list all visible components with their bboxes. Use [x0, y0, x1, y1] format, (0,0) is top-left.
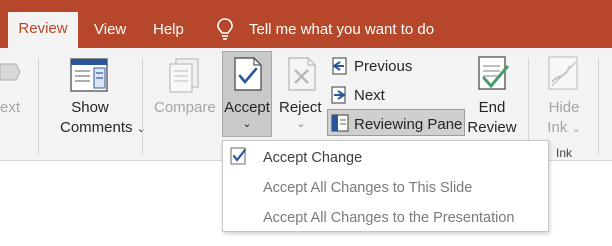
text-icon [0, 58, 24, 86]
group-separator [142, 58, 143, 154]
accept-doc-icon [233, 57, 263, 91]
next-button[interactable]: Next [354, 87, 385, 104]
menu-item-accept-all-presentation[interactable]: Accept All Changes to the Presentation [223, 202, 548, 232]
tab-help[interactable]: Help [153, 22, 184, 37]
group-separator [38, 58, 39, 154]
chevron-down-icon: ⌄ [296, 118, 306, 130]
ink-group-label: Ink [556, 146, 573, 160]
compare-button[interactable]: Compare [154, 99, 216, 116]
show-comments-button[interactable]: Show Comments ⌄ [60, 99, 146, 136]
hide-ink-label-2: Ink ⌄ [538, 119, 590, 136]
accept-label: Accept [224, 99, 270, 116]
accept-dropdown-menu: Accept Change Accept All Changes to This… [222, 140, 549, 232]
reviewing-pane-label: Reviewing Pane [354, 116, 463, 133]
previous-button[interactable]: Previous [354, 58, 412, 75]
end-review-button[interactable]: End Review [462, 99, 522, 136]
end-review-icon [476, 56, 510, 92]
menu-item-label: Accept All Changes to the Presentation [263, 210, 515, 226]
checkmark-icon [230, 147, 248, 165]
previous-comment-icon [330, 57, 348, 75]
show-comments-label-text: Comments [60, 119, 133, 136]
menu-item-label: Accept Change [263, 150, 363, 166]
end-review-label-2: Review [467, 119, 517, 136]
tell-me-search[interactable]: Tell me what you want to do [249, 22, 434, 37]
menu-item-accept-all-slide[interactable]: Accept All Changes to This Slide [223, 172, 548, 202]
end-review-label-1: End [478, 99, 506, 116]
hide-ink-icon [546, 56, 580, 92]
menu-item-label: Accept All Changes to This Slide [263, 180, 473, 196]
lightbulb-icon[interactable] [215, 17, 235, 41]
reject-doc-icon [287, 57, 317, 91]
chevron-down-icon: ⌄ [242, 118, 252, 130]
hide-ink-label-text: Ink [547, 119, 568, 136]
next-comment-icon [330, 86, 348, 104]
chevron-down-icon: ⌄ [571, 123, 581, 135]
reject-button[interactable]: Reject [279, 99, 322, 116]
reviewing-pane-icon [331, 114, 349, 132]
show-comments-icon [70, 58, 108, 92]
tab-review[interactable]: Review [8, 12, 78, 48]
compare-icon [168, 58, 200, 94]
show-comments-label-2: Comments ⌄ [60, 119, 146, 136]
hide-ink-label-1: Hide [548, 99, 580, 116]
text-button-label[interactable]: ext [0, 99, 20, 116]
hide-ink-button[interactable]: Hide Ink ⌄ [538, 99, 590, 136]
menu-item-accept-change[interactable]: Accept Change [223, 142, 548, 172]
tab-view[interactable]: View [94, 22, 126, 37]
show-comments-label-1: Show [71, 99, 109, 116]
group-separator [598, 58, 599, 154]
